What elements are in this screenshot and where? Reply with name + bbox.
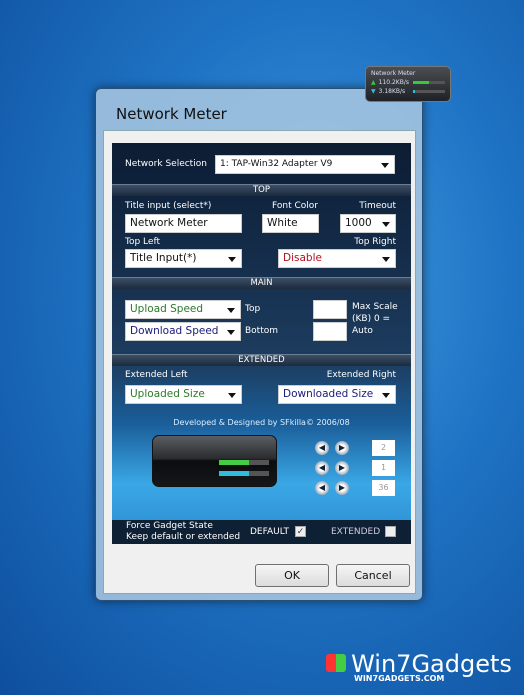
network-selection-label: Network Selection (125, 159, 207, 169)
stepper-1-value: 2 (372, 440, 395, 456)
force-state-label: Force Gadget State (126, 521, 213, 531)
default-label: DEFAULT (250, 527, 289, 537)
gadget-preview (152, 435, 277, 487)
main-bottom-label: Bottom (245, 326, 279, 336)
dialog-client: Network Selection 1: TAP-Win32 Adapter V… (103, 130, 416, 594)
top-right-dropdown[interactable]: Disable (278, 249, 396, 268)
cancel-button[interactable]: Cancel (336, 564, 410, 587)
credits-text: Developed & Designed by SFkilla© 2006/08 (173, 418, 350, 427)
title-input[interactable]: Network Meter (125, 214, 242, 233)
main-header: MAIN (112, 277, 411, 289)
win7gadgets-logo: Win7Gadgets WIN7GADGETS.COM (326, 650, 512, 683)
extended-label: EXTENDED (331, 527, 381, 537)
dialog-title: Network Meter (116, 105, 227, 123)
extended-header: EXTENDED (112, 354, 411, 366)
gadget-download: 3.18KB/s (378, 88, 406, 95)
upload-arrow-icon: ▲ (371, 79, 376, 86)
stepper-2-right-icon[interactable]: ▶ (335, 461, 349, 475)
top-left-dropdown[interactable]: Title Input(*) (125, 249, 242, 268)
settings-dialog: Network Meter Network Selection 1: TAP-W… (95, 88, 423, 601)
stepper-1-left-icon[interactable]: ◀ (315, 441, 329, 455)
extended-right-label: Extended Right (326, 370, 396, 380)
default-checkbox[interactable]: ✓ (295, 526, 306, 537)
stepper-3-value: 36 (372, 480, 395, 496)
force-state-bar: Force Gadget State Keep default or exten… (112, 520, 411, 544)
extended-left-label: Extended Left (125, 370, 188, 380)
timeout-label: Timeout (359, 201, 396, 211)
stepper-2-left-icon[interactable]: ◀ (315, 461, 329, 475)
ok-button[interactable]: OK (255, 564, 329, 587)
preview-download-bar (219, 471, 269, 476)
gadget-upload: 110.2KB/s (378, 79, 409, 86)
extended-left-dropdown[interactable]: Uploaded Size (125, 385, 242, 404)
main-top-label: Top (245, 304, 261, 314)
download-arrow-icon: ▼ (371, 88, 376, 95)
windows-flag-icon (326, 654, 346, 672)
extended-checkbox[interactable] (385, 526, 396, 537)
font-color-label: Font Color (272, 201, 318, 211)
preview-upload-bar (219, 460, 269, 465)
download-bar (413, 90, 445, 93)
title-input-label: Title input (select*) (125, 201, 212, 211)
force-state-sublabel: Keep default or extended (126, 532, 241, 542)
settings-panel: Network Selection 1: TAP-Win32 Adapter V… (112, 143, 411, 544)
stepper-1-right-icon[interactable]: ▶ (335, 441, 349, 455)
max-scale-top-input[interactable] (313, 300, 347, 319)
stepper-2-value: 1 (372, 460, 395, 476)
top-header: TOP (112, 184, 411, 196)
max-scale-label: Max Scale (KB) 0 = Auto (352, 302, 398, 336)
gadget-title: Network Meter (371, 70, 416, 77)
upload-bar (413, 81, 445, 84)
main-bottom-dropdown[interactable]: Download Speed (125, 322, 241, 341)
max-scale-bottom-input[interactable] (313, 322, 347, 341)
timeout-dropdown[interactable]: 1000 (340, 214, 396, 233)
extended-right-dropdown[interactable]: Downloaded Size (278, 385, 396, 404)
top-right-label: Top Right (354, 237, 396, 247)
top-left-label: Top Left (125, 237, 160, 247)
font-color-input[interactable]: White (262, 214, 319, 233)
stepper-3-right-icon[interactable]: ▶ (335, 481, 349, 495)
network-selection-dropdown[interactable]: 1: TAP-Win32 Adapter V9 (215, 155, 395, 174)
main-top-dropdown[interactable]: Upload Speed (125, 300, 241, 319)
network-meter-gadget[interactable]: Network Meter ▲ 110.2KB/s ▼ 3.18KB/s (365, 66, 451, 102)
stepper-3-left-icon[interactable]: ◀ (315, 481, 329, 495)
